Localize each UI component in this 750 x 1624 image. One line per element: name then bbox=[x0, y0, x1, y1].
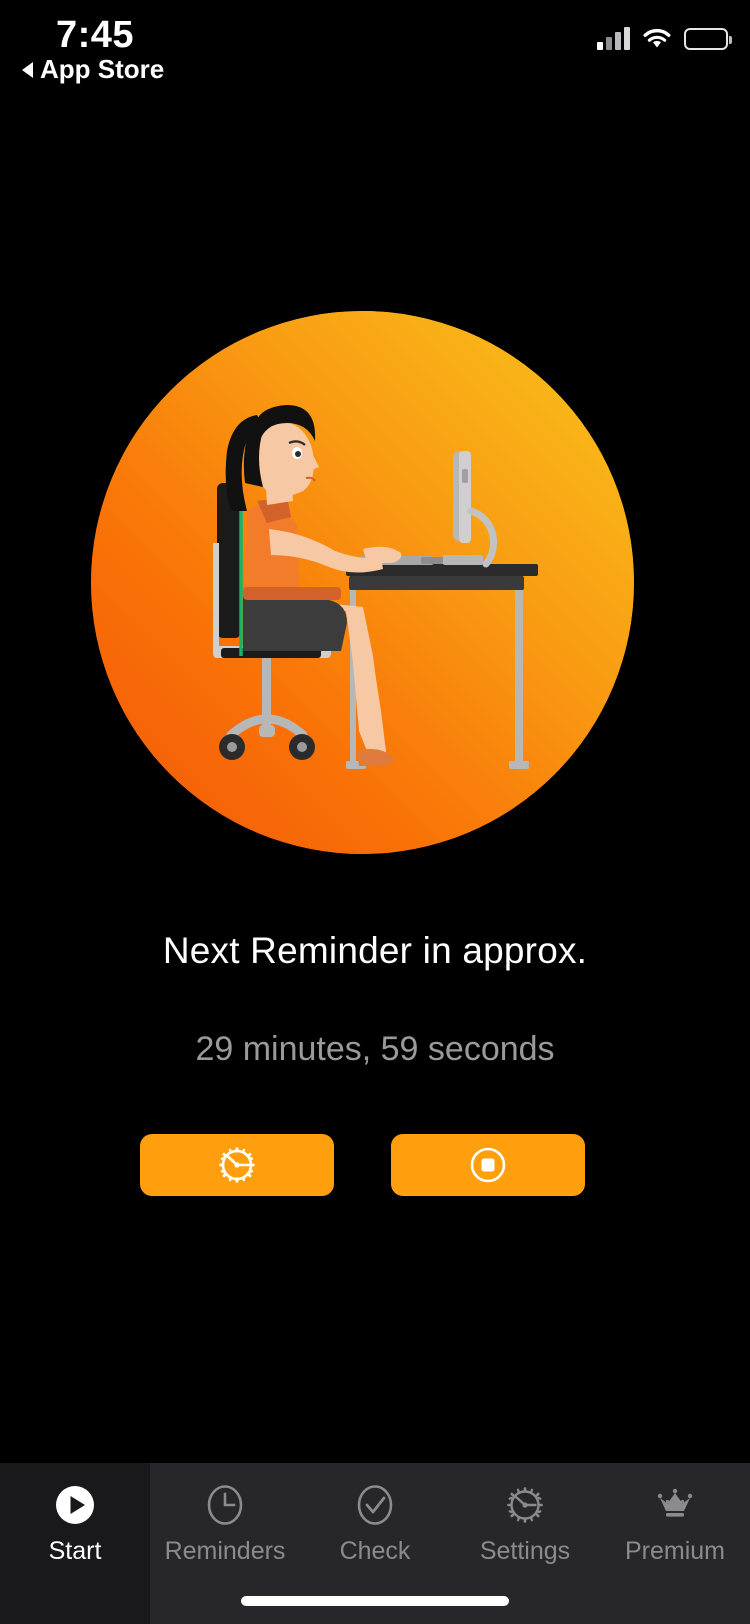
tab-premium-label: Premium bbox=[624, 1537, 725, 1565]
home-indicator[interactable] bbox=[241, 1596, 509, 1606]
crown-icon bbox=[652, 1481, 698, 1529]
status-bar-indicators bbox=[597, 27, 732, 50]
tab-premium[interactable]: Premium bbox=[600, 1463, 750, 1624]
back-link-label: App Store bbox=[40, 54, 165, 84]
play-circle-icon bbox=[52, 1481, 98, 1529]
check-circle-icon bbox=[352, 1481, 398, 1529]
stop-circle-icon bbox=[467, 1144, 509, 1186]
clock-icon bbox=[202, 1481, 248, 1529]
countdown-text: 29 minutes, 59 seconds bbox=[195, 1030, 555, 1068]
posture-illustration bbox=[91, 311, 634, 854]
tab-settings-label: Settings bbox=[479, 1537, 571, 1565]
wifi-icon bbox=[642, 28, 672, 50]
back-to-app-store-link[interactable]: App Store bbox=[22, 54, 164, 85]
tab-start-label: Start bbox=[48, 1537, 102, 1565]
triangle-left-icon bbox=[22, 61, 33, 78]
tab-check-label: Check bbox=[339, 1537, 411, 1565]
adjust-settings-button[interactable] bbox=[140, 1134, 334, 1196]
gear-icon bbox=[502, 1481, 548, 1529]
app-screen: 7:45 App Store Next Reminder in approx. … bbox=[0, 0, 750, 1624]
status-bar-time: 7:45 bbox=[56, 14, 135, 56]
gear-icon bbox=[216, 1144, 258, 1186]
action-buttons bbox=[140, 1134, 585, 1196]
page-title: Next Reminder in approx. bbox=[162, 930, 588, 971]
tab-start[interactable]: Start bbox=[0, 1463, 150, 1624]
cellular-signal-icon bbox=[597, 27, 630, 50]
stop-button[interactable] bbox=[391, 1134, 585, 1196]
status-bar: 7:45 App Store bbox=[0, 0, 750, 96]
tab-reminders-label: Reminders bbox=[164, 1537, 286, 1565]
battery-icon bbox=[684, 28, 732, 50]
